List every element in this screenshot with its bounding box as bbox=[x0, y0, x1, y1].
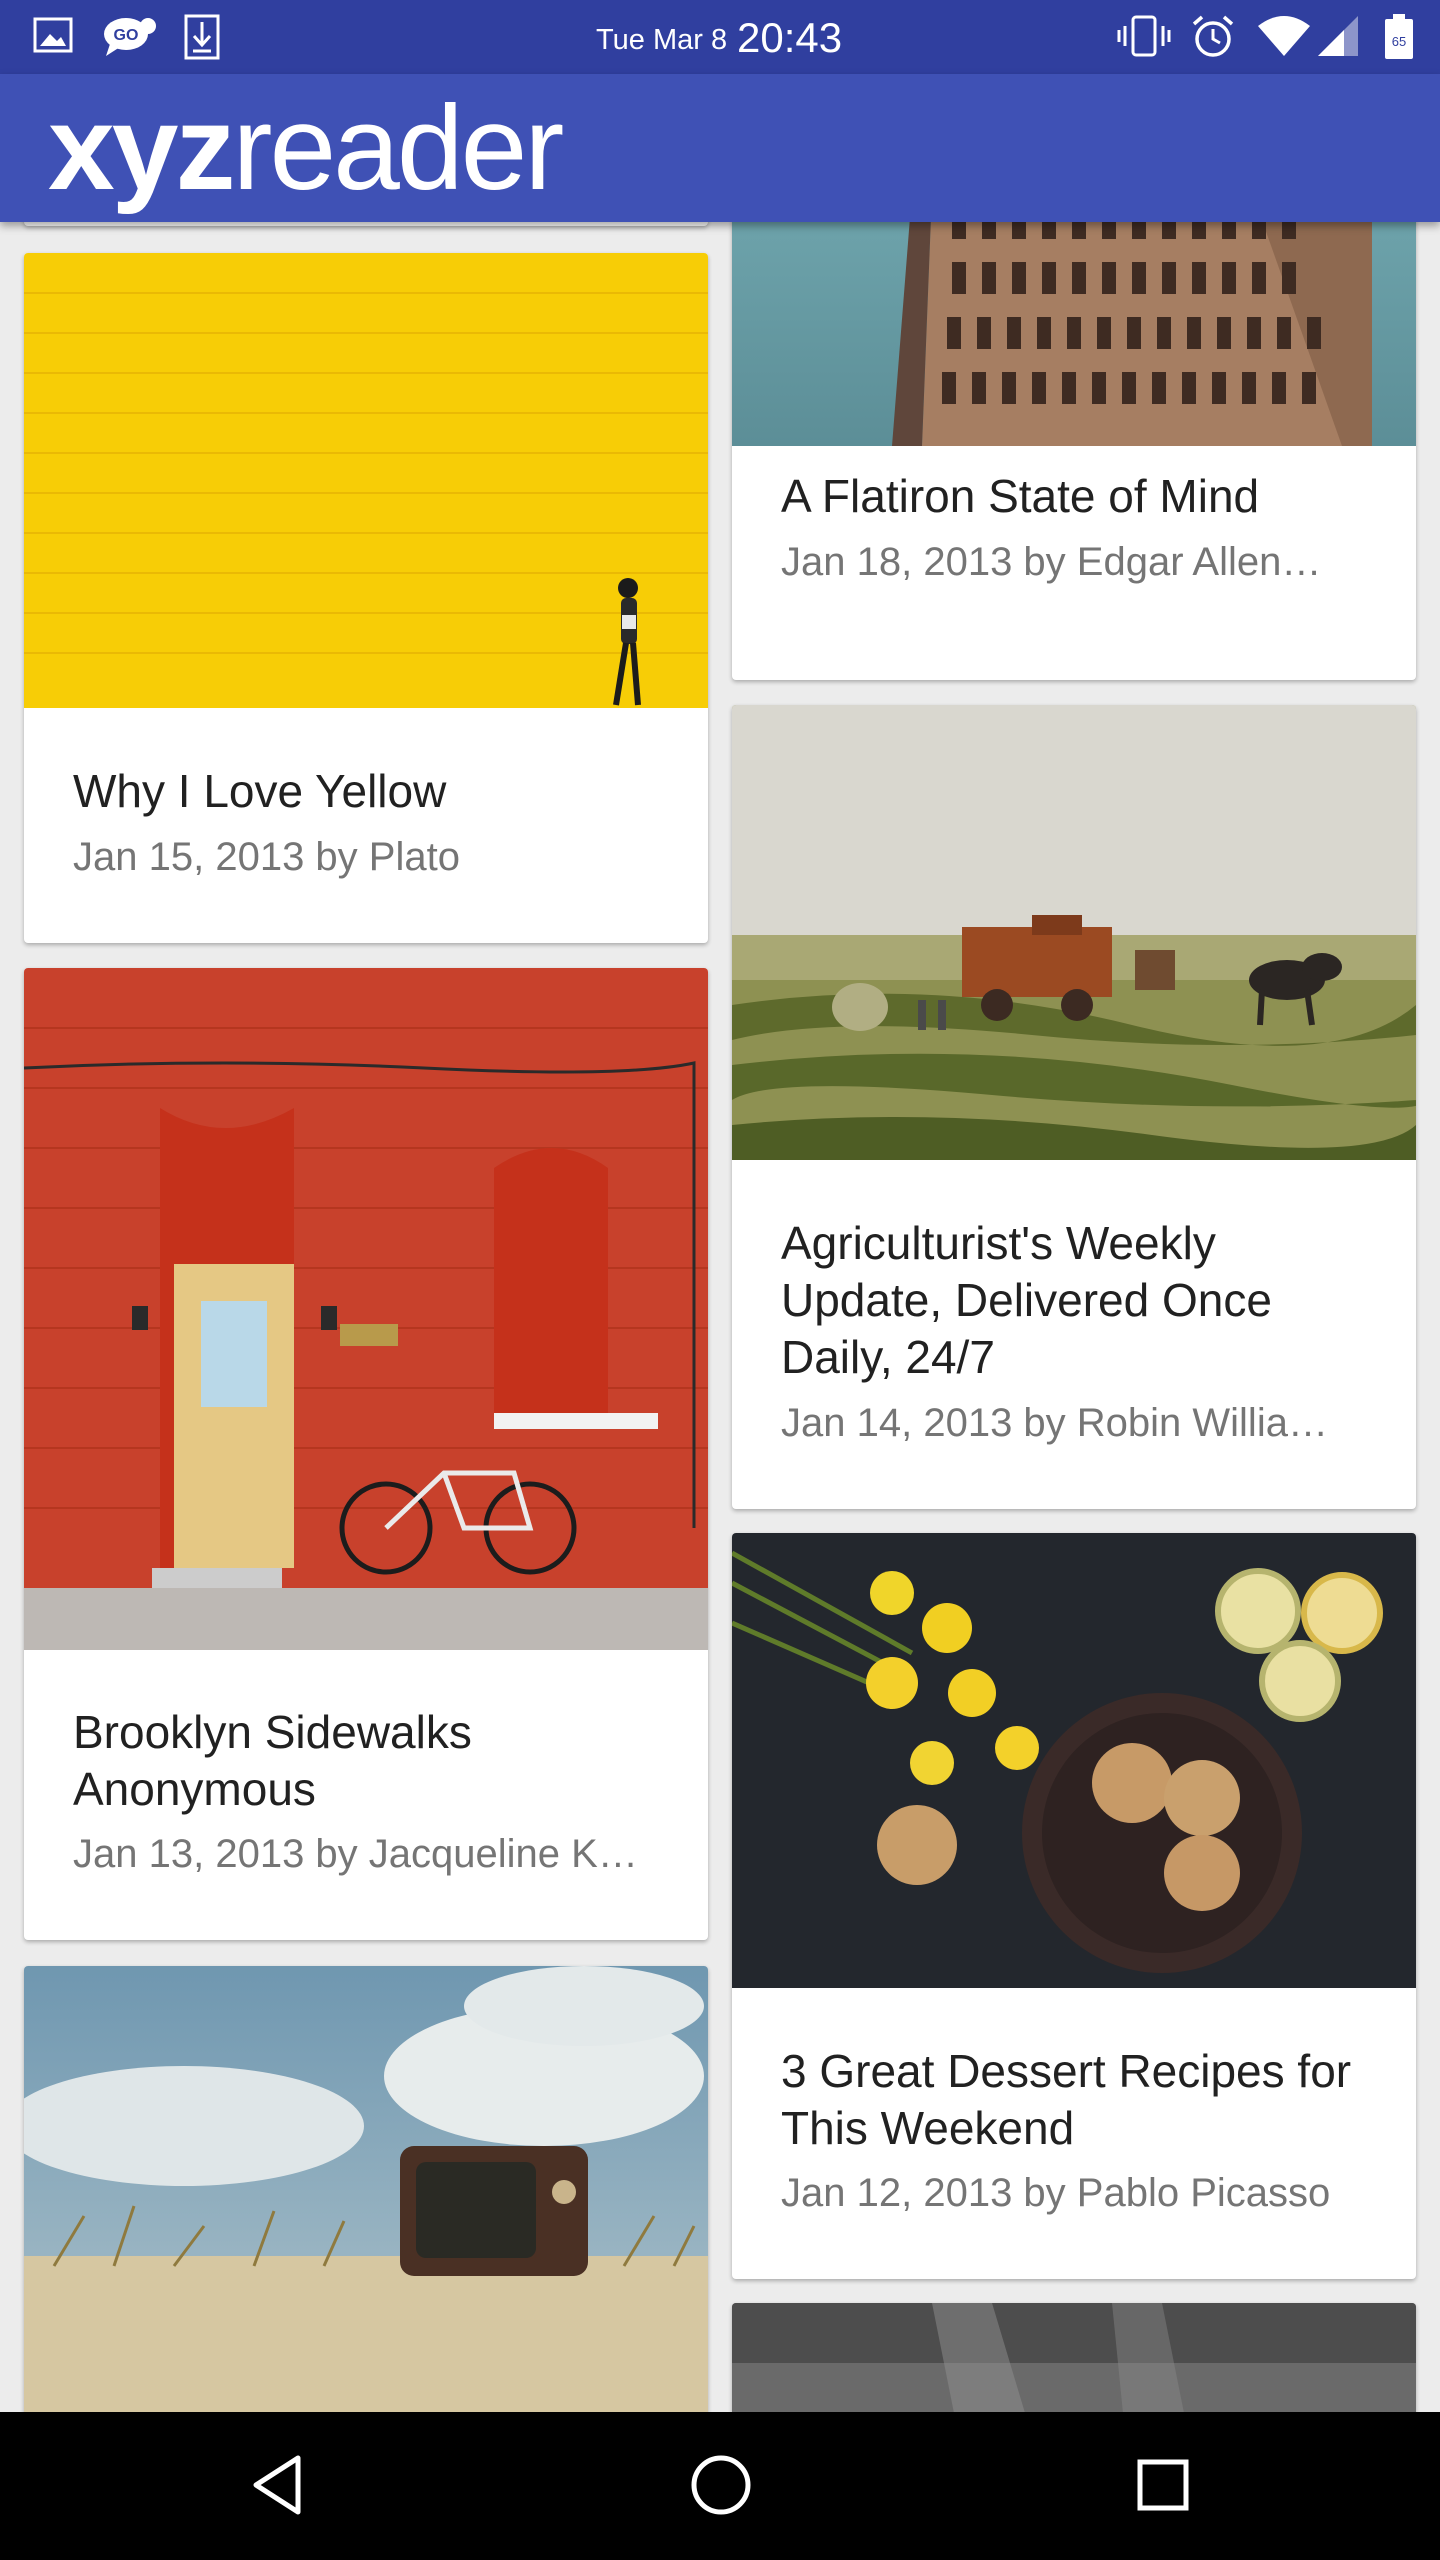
article-photo bbox=[732, 705, 1416, 1160]
vibrate-icon bbox=[1116, 14, 1172, 63]
app-bar: xyzreader bbox=[0, 74, 1440, 222]
download-icon bbox=[184, 14, 220, 65]
article-title: A Flatiron State of Mind bbox=[781, 470, 1260, 522]
article-card[interactable]: 3 Great Dessert Recipes for This Weekend… bbox=[732, 1533, 1416, 2279]
svg-text:65: 65 bbox=[1392, 34, 1406, 49]
article-title: Brooklyn Sidewalks Anonymous bbox=[73, 1706, 472, 1815]
home-icon[interactable] bbox=[688, 2452, 754, 2523]
article-meta: Jan 14, 2013 by Robin Willia… bbox=[781, 1401, 1328, 1445]
article-card[interactable]: Agriculturist's Weekly Update, Delivered… bbox=[732, 705, 1416, 1509]
article-card[interactable]: Why I Love Yellow Jan 15, 2013 by Plato bbox=[24, 253, 708, 943]
article-grid[interactable]: A Flatiron State of Mind Jan 18, 2013 by… bbox=[0, 222, 1440, 2412]
battery-icon: 65 bbox=[1384, 14, 1414, 65]
navigation-bar bbox=[0, 2412, 1440, 2560]
article-photo bbox=[24, 1966, 708, 2412]
article-card-partial[interactable] bbox=[732, 2303, 1416, 2412]
chat-icon: GO bbox=[102, 14, 158, 63]
back-icon[interactable] bbox=[246, 2452, 312, 2523]
status-date: Tue Mar 8 bbox=[596, 24, 728, 56]
svg-text:GO: GO bbox=[114, 27, 139, 44]
article-card-partial[interactable] bbox=[24, 222, 708, 226]
app-logo: xyzreader bbox=[48, 81, 564, 215]
article-photo bbox=[24, 968, 708, 1650]
article-meta: Jan 18, 2013 by Edgar Allen… bbox=[781, 540, 1322, 584]
status-time: 20:43 bbox=[737, 14, 843, 61]
article-meta: Jan 15, 2013 by Plato bbox=[73, 835, 460, 879]
article-title: Agriculturist's Weekly Update, Delivered… bbox=[781, 1217, 1272, 1383]
signal-icon bbox=[1316, 14, 1360, 63]
article-title: 3 Great Dessert Recipes for This Weekend bbox=[781, 2045, 1352, 2154]
article-card-partial[interactable] bbox=[24, 1966, 708, 2412]
article-photo bbox=[732, 2303, 1416, 2412]
image-icon bbox=[32, 14, 74, 61]
wifi-icon bbox=[1256, 14, 1312, 63]
article-photo bbox=[24, 253, 708, 708]
recents-icon[interactable] bbox=[1130, 2452, 1196, 2523]
status-bar: GO Tue Mar 8 20:43 65 bbox=[0, 0, 1440, 74]
article-meta: Jan 13, 2013 by Jacqueline K… bbox=[73, 1832, 638, 1876]
article-meta: Jan 12, 2013 by Pablo Picasso bbox=[781, 2171, 1331, 2215]
article-photo bbox=[732, 222, 1416, 446]
article-card[interactable]: Brooklyn Sidewalks Anonymous Jan 13, 201… bbox=[24, 968, 708, 1940]
alarm-icon bbox=[1190, 14, 1236, 65]
article-card[interactable]: A Flatiron State of Mind Jan 18, 2013 by… bbox=[732, 222, 1416, 680]
article-photo bbox=[732, 1533, 1416, 1988]
article-title: Why I Love Yellow bbox=[73, 765, 447, 817]
